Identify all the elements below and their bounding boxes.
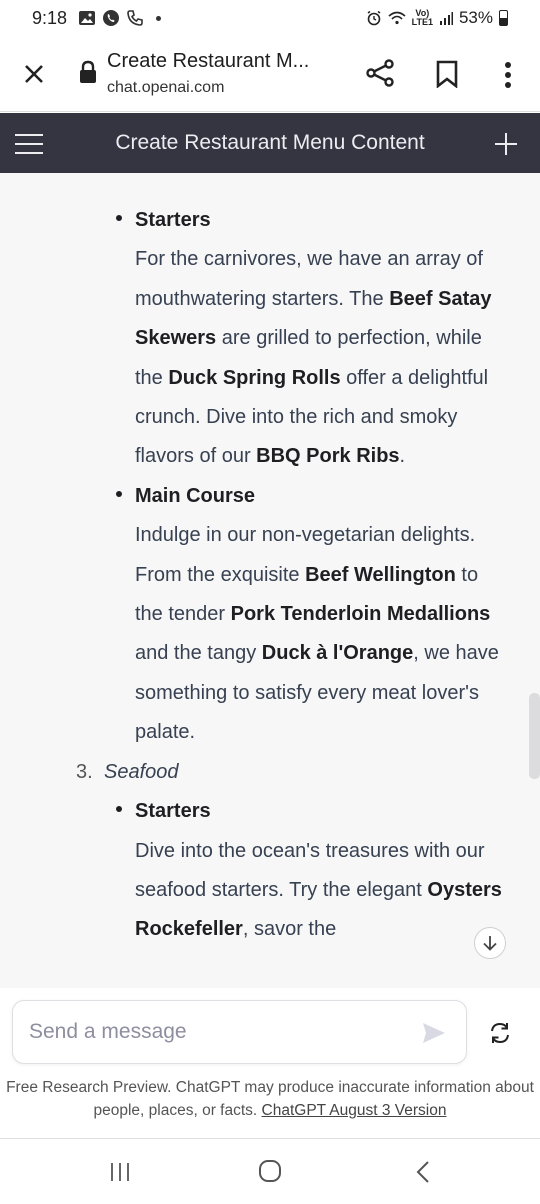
new-chat-icon[interactable] [492, 130, 520, 158]
scrollbar-thumb[interactable] [529, 693, 540, 779]
bullet-dot [116, 806, 122, 813]
list-item-heading: Main Course [135, 484, 256, 507]
battery-percent: 53% [458, 8, 493, 27]
conversation-title: Create Restaurant Menu Content [115, 131, 425, 154]
paragraph-text: and the tangy [135, 642, 262, 665]
version-link[interactable]: ChatGPT August 3 Version [262, 1102, 447, 1119]
menu-dish-name: Duck Spring Rolls [168, 366, 341, 389]
regenerate-icon[interactable] [486, 1019, 514, 1047]
list-item: Starters [0, 201, 540, 240]
assistant-message: Starters For the carnivores, we have an a… [0, 201, 540, 950]
scroll-to-bottom-button[interactable] [474, 927, 506, 959]
menu-dish-name: Beef Wellington [305, 563, 456, 586]
menu-dish-name: Duck à l'Orange [261, 642, 414, 665]
lock-icon[interactable] [78, 60, 98, 84]
share-icon[interactable] [365, 58, 395, 88]
close-icon[interactable] [20, 60, 48, 88]
status-bar: 9:18 Vo) LTE1 53% [0, 0, 540, 38]
phone-icon [127, 10, 143, 26]
gallery-icon [79, 11, 95, 25]
status-time: 9:18 [32, 8, 68, 28]
back-icon[interactable] [413, 1160, 433, 1184]
home-icon[interactable] [258, 1159, 282, 1183]
alarm-icon [367, 10, 381, 26]
numbered-item-heading: Seafood [104, 760, 179, 783]
message-input[interactable]: Send a message [12, 1000, 467, 1064]
more-notifications-dot [156, 15, 161, 21]
whatsapp-icon [103, 10, 119, 26]
menu-dish-name: Pork Tenderloin Medallions [230, 603, 491, 626]
numbered-item: 3. Seafood [0, 753, 540, 792]
arrow-down-icon [483, 936, 497, 951]
page-title[interactable]: Create Restaurant M... [107, 50, 309, 73]
browser-toolbar: Create Restaurant M... chat.openai.com [0, 38, 540, 112]
list-item-paragraph: Indulge in our non-vegetarian delights. … [0, 516, 540, 752]
disclaimer: Free Research Preview. ChatGPT may produ… [0, 1076, 540, 1122]
battery-icon [499, 10, 508, 26]
status-system-icons: Vo) LTE1 53% [366, 8, 508, 28]
send-icon[interactable] [421, 1021, 447, 1045]
recent-apps-icon[interactable] [108, 1161, 132, 1183]
paragraph-text: , savor the [242, 918, 337, 941]
signal-icon [439, 12, 453, 25]
paragraph-text: . [399, 445, 406, 468]
system-navigation-bar [0, 1138, 540, 1204]
list-item: Starters [0, 792, 540, 831]
numbered-item-number: 3. [76, 760, 93, 783]
network-type: Vo) LTE1 [411, 8, 433, 27]
list-item-heading: Starters [135, 800, 211, 823]
status-notification-icons [78, 9, 161, 27]
menu-dish-name: BBQ Pork Ribs [256, 445, 400, 468]
chat-message-area[interactable]: Starters For the carnivores, we have an a… [0, 173, 540, 988]
message-input-placeholder: Send a message [29, 1020, 187, 1043]
list-item-paragraph: Dive into the ocean's treasures with our… [0, 832, 540, 950]
bullet-dot [116, 215, 122, 221]
page-url[interactable]: chat.openai.com [107, 79, 224, 97]
list-item-heading: Starters [135, 209, 211, 231]
composer-area: Send a message Free Research Preview. Ch… [0, 988, 540, 1138]
list-item-paragraph: For the carnivores, we have an array of … [0, 240, 540, 476]
wifi-icon [388, 11, 406, 25]
bullet-dot [116, 490, 122, 497]
more-options-icon[interactable] [498, 60, 518, 90]
chat-header: Create Restaurant Menu Content [0, 113, 540, 173]
list-item: Main Course [0, 477, 540, 516]
bookmark-icon[interactable] [435, 60, 459, 88]
